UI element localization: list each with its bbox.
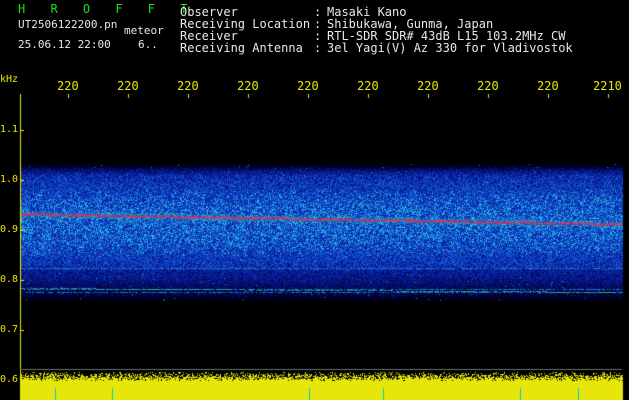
y-tick-label: 0.9 <box>0 224 18 235</box>
station-title: H R O F F T <box>18 2 196 16</box>
observation-date: 25.06.12 22:00 <box>18 38 111 51</box>
antenna-label: Receiving Antenna <box>180 41 303 55</box>
x-tick-label: 2210 <box>593 79 622 93</box>
observation-kind: meteor <box>124 24 164 37</box>
x-tick-label: 220 <box>417 79 439 93</box>
y-tick-label: 0.8 <box>0 274 18 285</box>
antenna-separator: : <box>314 41 321 55</box>
y-tick-label: 0.7 <box>0 324 18 335</box>
x-tick-label: 220 <box>57 79 79 93</box>
x-tick-label: 220 <box>177 79 199 93</box>
x-tick-label: 220 <box>477 79 499 93</box>
file-name: UT2506122200.pn <box>18 18 117 31</box>
x-tick-label: 220 <box>297 79 319 93</box>
y-tick-label: 0.6 <box>0 374 18 385</box>
spectrogram-canvas <box>0 0 629 400</box>
antenna-value: 3el Yagi(V) Az 330 for Vladivostok <box>327 41 573 55</box>
x-tick-label: 220 <box>357 79 379 93</box>
y-tick-label: 1.0 <box>0 174 18 185</box>
x-tick-label: 220 <box>537 79 559 93</box>
y-axis-unit: kHz <box>0 74 18 85</box>
meteor-count: 6.. <box>138 38 158 51</box>
y-tick-label: 1.1 <box>0 124 18 135</box>
x-tick-label: 220 <box>237 79 259 93</box>
x-tick-label: 220 <box>117 79 139 93</box>
